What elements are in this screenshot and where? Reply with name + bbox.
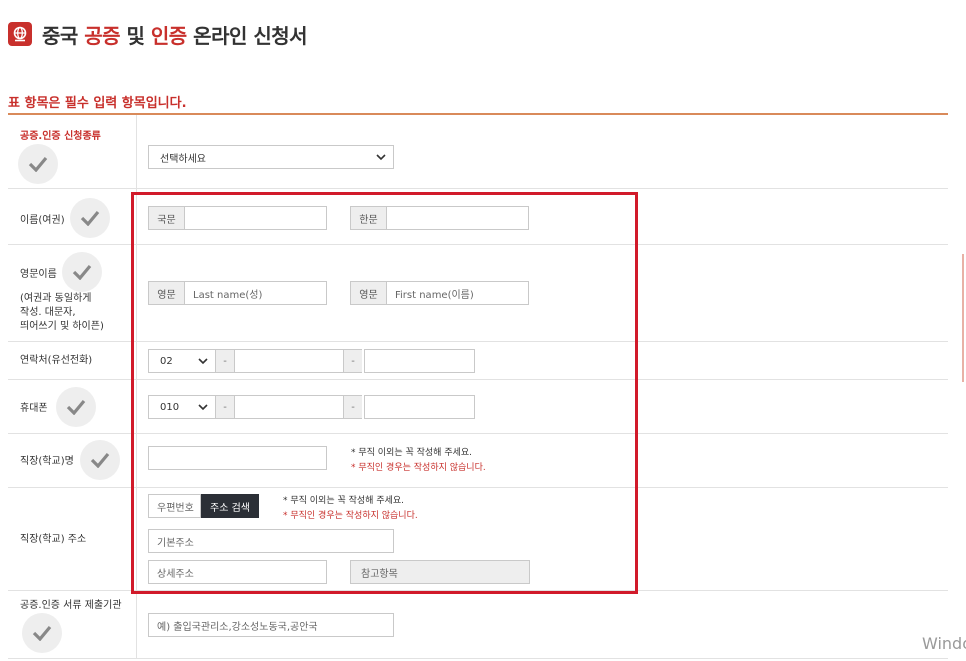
eng-name-label: 영문이름: [20, 269, 57, 280]
agency-placeholder: 예) 출입국관리소,강소성노동국,공안국: [157, 621, 318, 633]
chevron-down-icon: [376, 154, 386, 161]
name-label: 이름(여권): [20, 215, 65, 226]
page-title: 중국 공증 및 인증 온라인 신청서: [8, 18, 308, 50]
notice-divider: [8, 113, 948, 115]
mobile-label: 휴대폰: [20, 403, 48, 414]
checkmark-icon: [70, 198, 110, 238]
windows-activation-watermark: Windo: [922, 634, 966, 653]
cert-type-select[interactable]: 선택하세요: [148, 145, 394, 169]
page-title-text: 중국 공증 및 인증 온라인 신청서: [42, 23, 308, 48]
checkmark-icon: [62, 252, 102, 292]
agency-label: 공증.인증 서류 제출기관: [20, 600, 122, 611]
eng-name-help-line3: 띄어쓰기 및 하이픈): [20, 321, 104, 332]
globe-icon: [8, 22, 32, 46]
phone-label: 연락처(유선전화): [20, 355, 93, 366]
cert-type-label: 공증.인증 신청종류: [20, 131, 101, 142]
checkmark-icon: [22, 613, 62, 653]
workplace-label: 직장(학교)명: [20, 456, 74, 467]
eng-name-help-line2: 작성. 대문자,: [20, 307, 76, 318]
checkmark-icon: [80, 440, 120, 480]
required-notice: 표 항목은 필수 입력 항목입니다.: [8, 96, 187, 111]
agency-input[interactable]: 예) 출입국관리소,강소성노동국,공안국: [148, 613, 394, 637]
page-edge-mark: [962, 254, 964, 382]
table-row-divider: [8, 658, 948, 659]
highlight-box: [131, 192, 638, 594]
eng-name-help-line1: (여권과 동일하게: [20, 293, 92, 304]
table-row-divider: [8, 188, 948, 189]
address-label: 직장(학교) 주소: [20, 534, 87, 545]
checkmark-icon: [56, 387, 96, 427]
checkmark-icon: [18, 144, 58, 184]
